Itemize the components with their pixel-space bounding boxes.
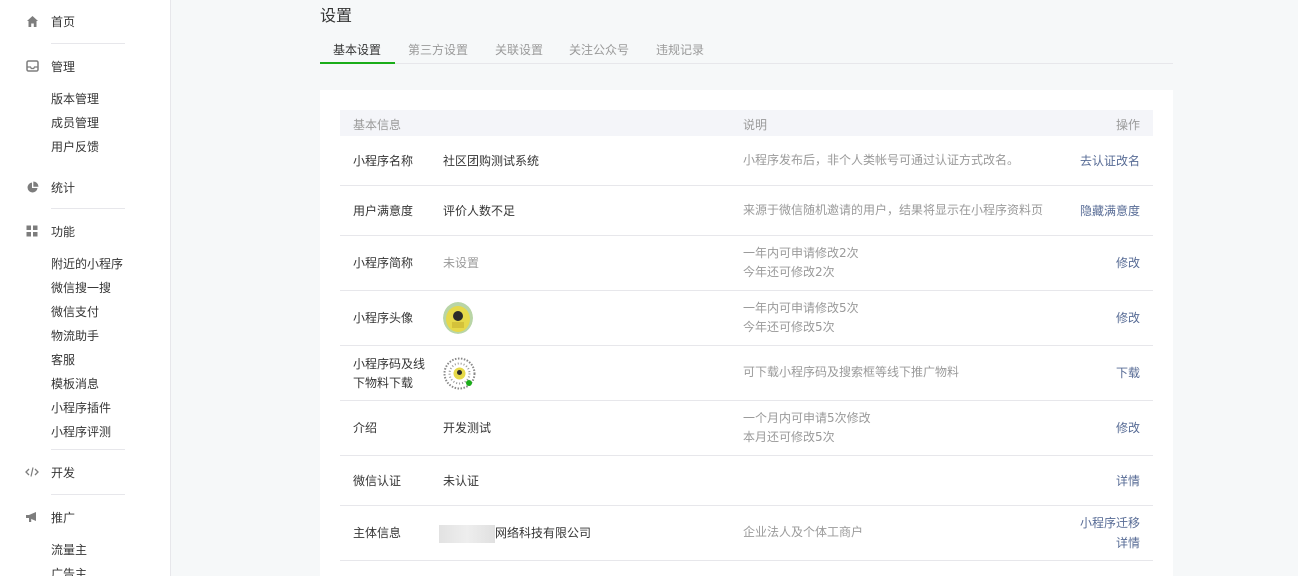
header-desc: 说明: [743, 118, 768, 132]
sidebar-item-traffic[interactable]: 流量主: [51, 542, 87, 558]
row-label: 小程序码及线: [353, 357, 426, 371]
nav-promote-label: 推广: [51, 510, 76, 525]
table-row: 用户满意度 评价人数不足 来源于微信随机邀请的用户，结果将显示在小程序资料页 隐…: [340, 186, 1153, 236]
modify-link[interactable]: 修改: [1116, 308, 1140, 328]
divider: [51, 494, 125, 495]
modify-link[interactable]: 修改: [1116, 418, 1140, 438]
row-value: 网络科技有限公司: [439, 523, 591, 543]
row-value: 开发测试: [443, 421, 492, 435]
row-desc: 今年还可修改2次: [743, 265, 835, 279]
nav-stats[interactable]: 统计: [25, 177, 75, 197]
divider: [51, 208, 125, 209]
table-row: 微信认证 未认证 详情: [340, 456, 1153, 506]
page-title: 设置: [320, 6, 353, 25]
row-label: 微信认证: [353, 474, 402, 488]
row-value: 社区团购测试系统: [443, 154, 540, 168]
active-tab-indicator: [320, 62, 395, 64]
sidebar-item-advertiser[interactable]: 广告主: [51, 566, 87, 576]
row-desc: 企业法人及个体工商户: [743, 525, 864, 539]
nav-manage-label: 管理: [51, 59, 76, 74]
row-label: 用户满意度: [353, 204, 414, 218]
details-link[interactable]: 详情: [1116, 533, 1140, 553]
nav-stats-label: 统计: [51, 180, 76, 195]
row-label: 下物料下载: [353, 376, 414, 390]
sidebar-item-version[interactable]: 版本管理: [51, 91, 99, 107]
row-value: 未设置: [443, 256, 480, 270]
redacted-text: [439, 524, 495, 543]
tab-third-party[interactable]: 第三方设置: [408, 41, 468, 58]
row-desc: 一年内可申请修改2次: [743, 246, 859, 260]
row-desc: 今年还可修改5次: [743, 320, 835, 334]
table-row: 小程序头像 一年内可申请修改5次 今年还可修改5次 修改: [340, 291, 1153, 346]
row-desc: 本月还可修改5次: [743, 430, 835, 444]
details-link[interactable]: 详情: [1116, 471, 1140, 491]
pie-chart-icon: [25, 180, 39, 194]
code-icon: [25, 465, 39, 479]
row-desc: 来源于微信随机邀请的用户，结果将显示在小程序资料页: [743, 203, 1044, 217]
row-desc: 一年内可申请修改5次: [743, 301, 859, 315]
row-label: 介绍: [353, 421, 378, 435]
row-label: 主体信息: [353, 526, 402, 540]
migrate-link[interactable]: 小程序迁移: [1080, 513, 1140, 533]
megaphone-icon: [25, 510, 39, 524]
sidebar-item-search[interactable]: 微信搜一搜: [51, 280, 111, 296]
sidebar-item-plugin[interactable]: 小程序插件: [51, 400, 111, 416]
sidebar-item-members[interactable]: 成员管理: [51, 115, 99, 131]
row-value: 未认证: [443, 474, 480, 488]
hide-satisfaction-link[interactable]: 隐藏满意度: [1080, 201, 1140, 221]
sidebar-item-logistics[interactable]: 物流助手: [51, 328, 99, 344]
divider: [51, 449, 125, 450]
avatar: [443, 302, 473, 334]
nav-develop[interactable]: 开发: [25, 462, 75, 482]
nav-features[interactable]: 功能: [25, 221, 75, 241]
sidebar-item-template[interactable]: 模板消息: [51, 376, 99, 392]
company-name: 网络科技有限公司: [495, 526, 592, 540]
table-row: 介绍 开发测试 一个月内可申请5次修改 本月还可修改5次 修改: [340, 401, 1153, 456]
grid-icon: [25, 224, 39, 238]
qr-code: [443, 357, 476, 390]
tab-bar: 基本设置 第三方设置 关联设置 关注公众号 违规记录: [320, 38, 1173, 64]
row-desc: 可下载小程序码及搜索框等线下推广物料: [743, 365, 960, 379]
table-row: 小程序简称 未设置 一年内可申请修改2次 今年还可修改2次 修改: [340, 236, 1153, 291]
certify-rename-link[interactable]: 去认证改名: [1080, 151, 1140, 171]
nav-features-label: 功能: [51, 224, 76, 239]
table-row: 小程序名称 社区团购测试系统 小程序发布后，非个人类帐号可通过认证方式改名。 去…: [340, 136, 1153, 186]
nav-home-label: 首页: [51, 14, 76, 29]
tab-violations[interactable]: 违规记录: [656, 41, 704, 58]
header-op: 操作: [1115, 118, 1140, 132]
sidebar-item-nearby[interactable]: 附近的小程序: [51, 256, 123, 272]
tab-official-account[interactable]: 关注公众号: [569, 41, 629, 58]
row-label: 小程序名称: [353, 154, 414, 168]
modify-link[interactable]: 修改: [1116, 253, 1140, 273]
nav-promote[interactable]: 推广: [25, 507, 75, 527]
table-row: 小程序码及线 下物料下载 可下载小程序码及搜索框等线下推广物料 下载: [340, 346, 1153, 401]
settings-card: 基本信息 说明 操作 小程序名称 社区团购测试系统 小程序发布后，非个人类帐号可…: [320, 90, 1173, 576]
tab-basic-settings[interactable]: 基本设置: [333, 41, 381, 58]
sidebar: 首页 管理 版本管理 成员管理 用户反馈 统计 功能 附近的小程序 微信搜一搜 …: [0, 0, 171, 576]
table-header: 基本信息 说明 操作: [340, 110, 1153, 136]
home-icon: [25, 14, 39, 28]
sidebar-item-pay[interactable]: 微信支付: [51, 304, 99, 320]
sidebar-item-service[interactable]: 客服: [51, 352, 75, 368]
nav-manage[interactable]: 管理: [25, 56, 75, 76]
table-row: 主体信息 网络科技有限公司 企业法人及个体工商户 小程序迁移 详情: [340, 506, 1153, 561]
header-info: 基本信息: [353, 118, 402, 132]
nav-develop-label: 开发: [51, 465, 76, 480]
divider: [51, 43, 125, 44]
row-label: 小程序头像: [353, 311, 414, 325]
row-label: 小程序简称: [353, 256, 414, 270]
row-desc: 一个月内可申请5次修改: [743, 411, 871, 425]
tab-associations[interactable]: 关联设置: [495, 41, 543, 58]
sidebar-item-feedback[interactable]: 用户反馈: [51, 139, 99, 155]
row-value: 评价人数不足: [443, 204, 516, 218]
row-desc: 小程序发布后，非个人类帐号可通过认证方式改名。: [743, 153, 1020, 167]
inbox-icon: [25, 59, 39, 73]
download-link[interactable]: 下载: [1116, 363, 1140, 383]
nav-home[interactable]: 首页: [25, 11, 75, 31]
sidebar-item-evaluation[interactable]: 小程序评测: [51, 424, 111, 440]
